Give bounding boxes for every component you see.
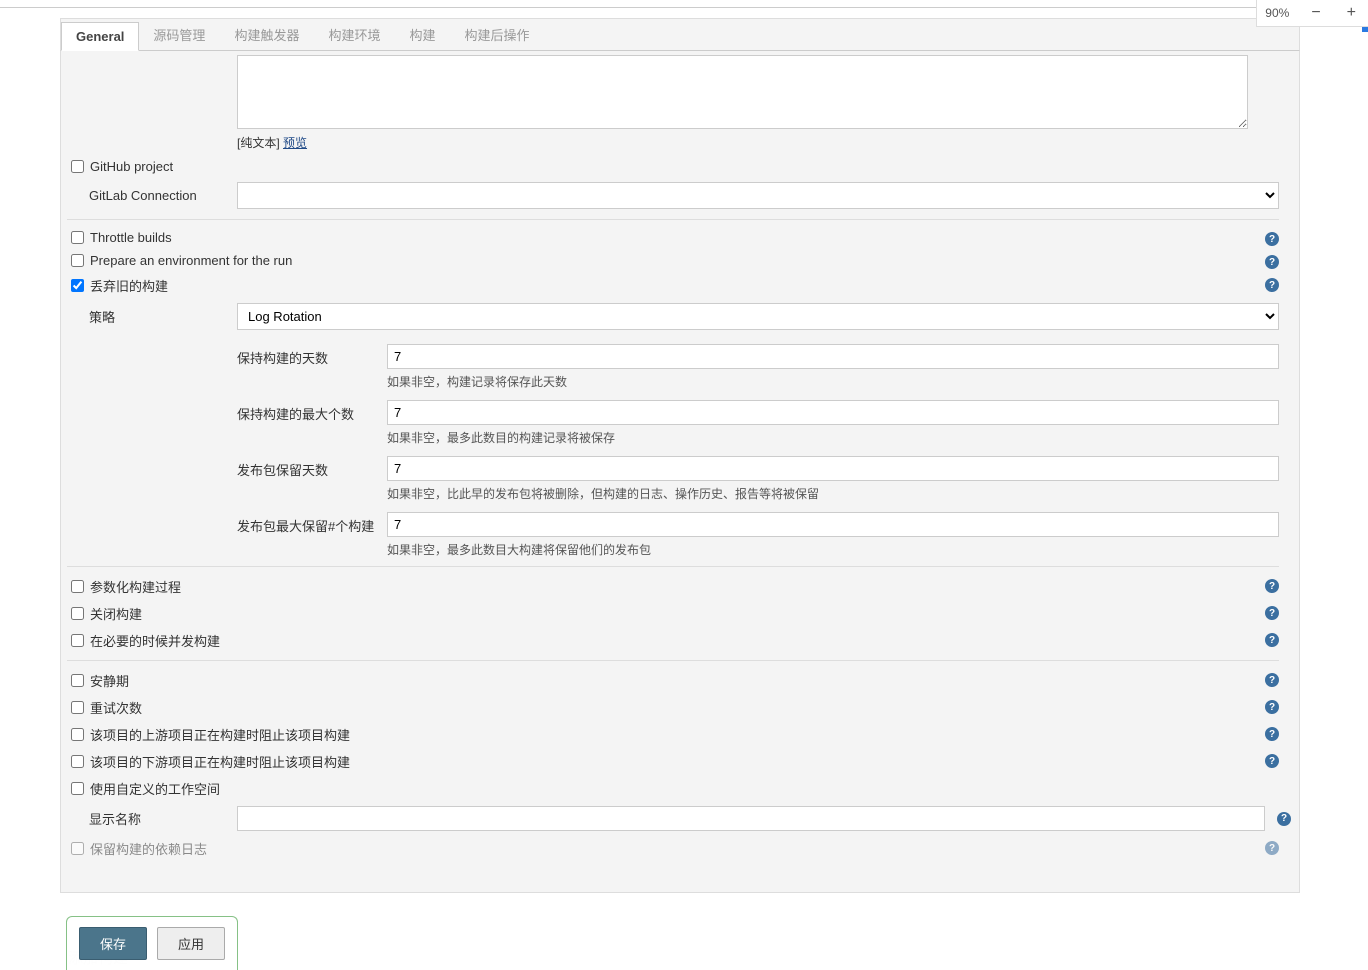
prepare-env-label: Prepare an environment for the run (90, 253, 292, 268)
tab-post-build[interactable]: 构建后操作 (450, 19, 544, 50)
days-to-keep-hint: 如果非空，构建记录将保存此天数 (387, 373, 1279, 390)
config-tabs: General 源码管理 构建触发器 构建环境 构建 构建后操作 (60, 18, 1300, 51)
tab-general[interactable]: General (61, 22, 139, 51)
apply-button[interactable]: 应用 (157, 927, 225, 960)
parameterized-checkbox[interactable] (71, 580, 84, 593)
help-icon[interactable]: ? (1265, 278, 1279, 292)
display-name-label: 显示名称 (71, 809, 237, 828)
keep-deps-log-checkbox[interactable] (71, 842, 84, 855)
tab-build-env[interactable]: 构建环境 (314, 19, 395, 50)
strategy-label: 策略 (71, 307, 237, 326)
custom-workspace-checkbox[interactable] (71, 782, 84, 795)
zoom-in-button[interactable]: + (1343, 4, 1360, 22)
days-to-keep-input[interactable] (387, 344, 1279, 369)
max-builds-label: 保持构建的最大个数 (237, 400, 387, 423)
throttle-builds-label: Throttle builds (90, 230, 172, 245)
retry-count-checkbox[interactable] (71, 701, 84, 714)
discard-old-checkbox[interactable] (71, 279, 84, 292)
plaintext-label: [纯文本] (237, 136, 280, 150)
zoom-out-button[interactable]: − (1307, 4, 1324, 22)
artifact-max-input[interactable] (387, 512, 1279, 537)
zoom-level-label: 90% (1265, 6, 1289, 20)
help-icon[interactable]: ? (1265, 579, 1279, 593)
parameterized-label: 参数化构建过程 (90, 577, 181, 596)
help-icon[interactable]: ? (1265, 754, 1279, 768)
concurrent-checkbox[interactable] (71, 634, 84, 647)
help-icon[interactable]: ? (1265, 255, 1279, 269)
help-icon[interactable]: ? (1265, 727, 1279, 741)
config-content: [纯文本] 预览 GitHub project GitLab Connectio… (60, 51, 1300, 893)
concurrent-label: 在必要的时候并发构建 (90, 631, 220, 650)
throttle-builds-checkbox[interactable] (71, 231, 84, 244)
tab-build[interactable]: 构建 (395, 19, 450, 50)
artifact-days-label: 发布包保留天数 (237, 456, 387, 479)
block-upstream-checkbox[interactable] (71, 728, 84, 741)
help-icon[interactable]: ? (1265, 841, 1279, 855)
days-to-keep-label: 保持构建的天数 (237, 344, 387, 367)
max-builds-input[interactable] (387, 400, 1279, 425)
github-project-checkbox[interactable] (71, 160, 84, 173)
github-project-label: GitHub project (90, 159, 173, 174)
gitlab-connection-label: GitLab Connection (71, 188, 237, 203)
save-button[interactable]: 保存 (79, 927, 147, 960)
block-upstream-label: 该项目的上游项目正在构建时阻止该项目构建 (90, 725, 350, 744)
artifact-max-label: 发布包最大保留#个构建 (237, 512, 387, 535)
help-icon[interactable]: ? (1265, 606, 1279, 620)
keep-deps-log-label: 保留构建的依赖日志 (90, 839, 207, 858)
help-icon[interactable]: ? (1265, 700, 1279, 714)
custom-workspace-label: 使用自定义的工作空间 (90, 779, 220, 798)
gitlab-connection-select[interactable] (237, 182, 1279, 209)
artifact-max-hint: 如果非空，最多此数目大构建将保留他们的发布包 (387, 541, 1279, 558)
help-icon[interactable]: ? (1265, 232, 1279, 246)
bottom-action-bar: 保存 应用 (66, 916, 238, 970)
strategy-select[interactable]: Log Rotation (237, 303, 1279, 330)
tab-triggers[interactable]: 构建触发器 (220, 19, 314, 50)
prepare-env-checkbox[interactable] (71, 254, 84, 267)
disable-build-label: 关闭构建 (90, 604, 142, 623)
zoom-control: 90% − + (1256, 0, 1368, 27)
discard-old-label: 丢弃旧的构建 (90, 276, 168, 295)
artifact-days-input[interactable] (387, 456, 1279, 481)
help-icon[interactable]: ? (1265, 673, 1279, 687)
artifact-days-hint: 如果非空，比此早的发布包将被删除，但构建的日志、操作历史、报告等将被保留 (387, 485, 1279, 502)
quiet-period-label: 安静期 (90, 671, 129, 690)
retry-count-label: 重试次数 (90, 698, 142, 717)
preview-link[interactable]: 预览 (283, 136, 307, 150)
display-name-input[interactable] (237, 806, 1265, 831)
max-builds-hint: 如果非空，最多此数目的构建记录将被保存 (387, 429, 1279, 446)
block-downstream-checkbox[interactable] (71, 755, 84, 768)
description-textarea[interactable] (237, 55, 1248, 129)
quiet-period-checkbox[interactable] (71, 674, 84, 687)
top-divider (0, 5, 1368, 8)
tab-scm[interactable]: 源码管理 (139, 19, 220, 50)
help-icon[interactable]: ? (1265, 633, 1279, 647)
help-icon[interactable]: ? (1277, 812, 1291, 826)
block-downstream-label: 该项目的下游项目正在构建时阻止该项目构建 (90, 752, 350, 771)
disable-build-checkbox[interactable] (71, 607, 84, 620)
